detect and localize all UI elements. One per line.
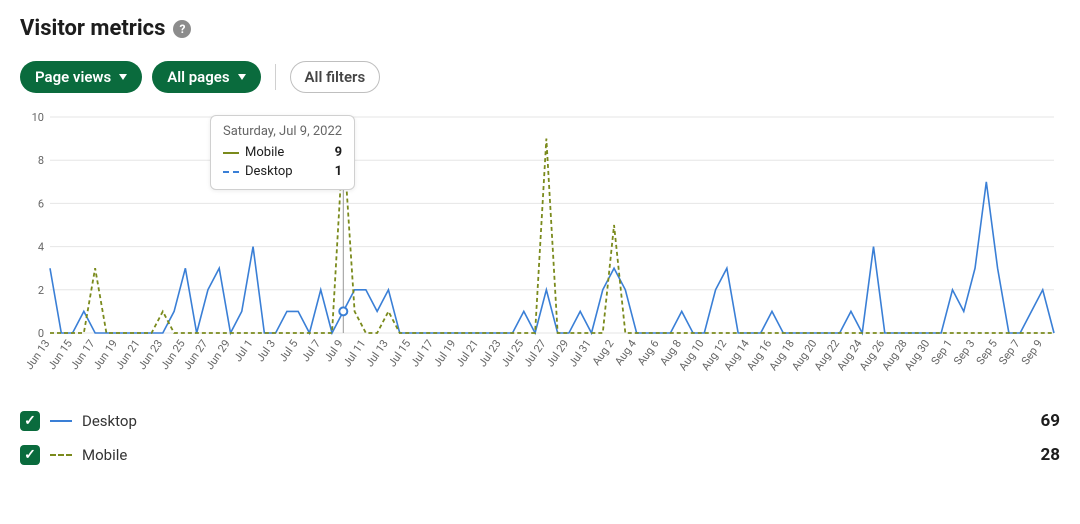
chart-legend: ✓ Desktop 69 ✓ Mobile 28 bbox=[20, 411, 1060, 465]
desktop-checkbox[interactable]: ✓ bbox=[20, 411, 40, 431]
svg-text:Sep 5: Sep 5 bbox=[974, 337, 1000, 367]
svg-text:Jul 7: Jul 7 bbox=[299, 337, 323, 364]
svg-text:Jul 21: Jul 21 bbox=[453, 337, 481, 369]
mobile-checkbox[interactable]: ✓ bbox=[20, 445, 40, 465]
filter-divider bbox=[275, 64, 276, 90]
legend-row-mobile: ✓ Mobile 28 bbox=[20, 445, 1060, 465]
svg-text:Jul 13: Jul 13 bbox=[363, 337, 391, 369]
filter-bar: Page views All pages All filters bbox=[20, 61, 1060, 93]
svg-text:Jul 29: Jul 29 bbox=[544, 337, 572, 369]
legend-total-desktop: 69 bbox=[1040, 411, 1060, 431]
tooltip-row-desktop: Desktop 1 bbox=[223, 162, 342, 181]
chevron-down-icon bbox=[238, 74, 246, 80]
svg-text:Aug 2: Aug 2 bbox=[590, 337, 617, 368]
svg-text:Jul 11: Jul 11 bbox=[341, 337, 369, 369]
pages-dropdown[interactable]: All pages bbox=[152, 61, 260, 93]
all-filters-label: All filters bbox=[305, 68, 366, 86]
chevron-down-icon bbox=[119, 74, 127, 80]
page-title: Visitor metrics bbox=[20, 16, 165, 41]
svg-text:Sep 9: Sep 9 bbox=[1019, 337, 1045, 367]
line-swatch-desktop-icon bbox=[223, 171, 239, 173]
metric-dropdown-label: Page views bbox=[35, 68, 111, 86]
svg-text:Jul 31: Jul 31 bbox=[566, 337, 594, 369]
svg-text:Jun 29: Jun 29 bbox=[203, 337, 233, 372]
svg-text:Jul 3: Jul 3 bbox=[254, 337, 278, 364]
svg-text:Jul 17: Jul 17 bbox=[408, 337, 436, 369]
tooltip-row-mobile: Mobile 9 bbox=[223, 143, 342, 162]
tooltip-label-mobile: Mobile bbox=[245, 145, 284, 160]
line-chart[interactable]: 0246810Jun 13Jun 15Jun 17Jun 19Jun 21Jun… bbox=[20, 111, 1060, 391]
svg-text:Sep 1: Sep 1 bbox=[929, 337, 955, 367]
svg-text:Aug 6: Aug 6 bbox=[635, 337, 662, 368]
tooltip-value-mobile: 9 bbox=[335, 145, 342, 160]
chart-container: 0246810Jun 13Jun 15Jun 17Jun 19Jun 21Jun… bbox=[20, 111, 1060, 391]
pages-dropdown-label: All pages bbox=[167, 68, 229, 86]
svg-text:10: 10 bbox=[32, 111, 44, 124]
svg-text:Aug 4: Aug 4 bbox=[612, 337, 639, 368]
svg-text:Jul 25: Jul 25 bbox=[498, 337, 526, 369]
svg-text:8: 8 bbox=[38, 154, 44, 167]
line-swatch-desktop-icon bbox=[50, 420, 72, 422]
all-filters-button[interactable]: All filters bbox=[290, 61, 381, 93]
svg-text:Jul 1: Jul 1 bbox=[231, 337, 255, 364]
tooltip-label-desktop: Desktop bbox=[245, 164, 293, 179]
line-swatch-mobile-icon bbox=[223, 152, 239, 154]
legend-row-desktop: ✓ Desktop 69 bbox=[20, 411, 1060, 431]
svg-text:2: 2 bbox=[38, 284, 44, 297]
legend-label-mobile: Mobile bbox=[82, 446, 127, 464]
svg-text:4: 4 bbox=[38, 241, 44, 254]
svg-text:6: 6 bbox=[38, 197, 44, 210]
svg-text:Jul 23: Jul 23 bbox=[476, 337, 504, 369]
line-swatch-mobile-icon bbox=[50, 454, 72, 456]
help-icon[interactable]: ? bbox=[173, 20, 191, 38]
svg-text:Sep 7: Sep 7 bbox=[996, 337, 1022, 367]
svg-text:Jul 5: Jul 5 bbox=[276, 337, 300, 364]
svg-text:Jul 15: Jul 15 bbox=[386, 337, 414, 369]
tooltip-value-desktop: 1 bbox=[335, 164, 342, 179]
svg-text:Jul 27: Jul 27 bbox=[521, 337, 549, 369]
svg-text:Jul 19: Jul 19 bbox=[431, 337, 459, 369]
tooltip-date: Saturday, Jul 9, 2022 bbox=[223, 124, 342, 139]
chart-tooltip: Saturday, Jul 9, 2022 Mobile 9 Desktop 1 bbox=[210, 115, 355, 190]
page-header: Visitor metrics ? bbox=[20, 16, 1060, 41]
metric-dropdown[interactable]: Page views bbox=[20, 61, 142, 93]
legend-label-desktop: Desktop bbox=[82, 412, 137, 430]
svg-text:Sep 3: Sep 3 bbox=[951, 337, 977, 367]
legend-total-mobile: 28 bbox=[1040, 445, 1060, 465]
